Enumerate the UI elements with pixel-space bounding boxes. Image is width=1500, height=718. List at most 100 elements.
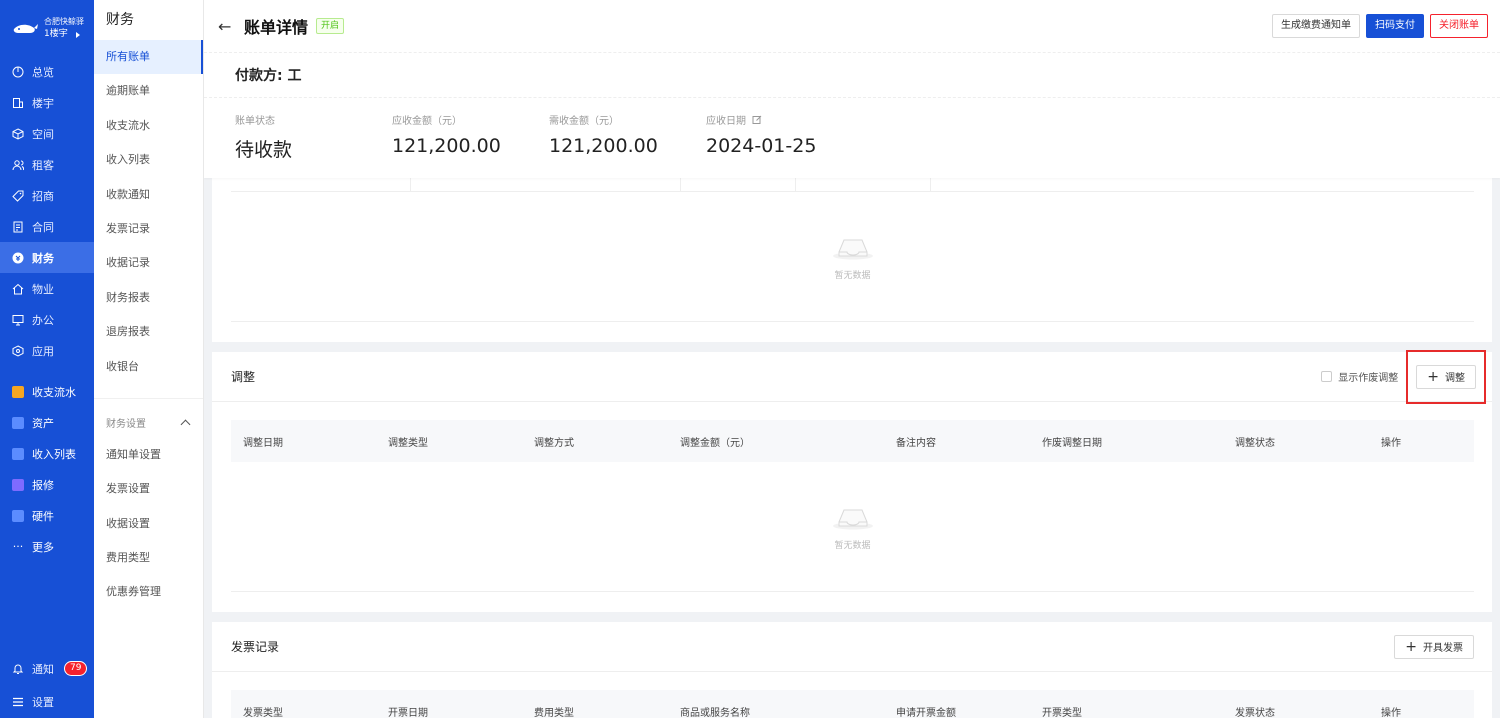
column-header: 发票类型 (243, 707, 283, 718)
menu-icon (12, 696, 24, 708)
stat-label: 应收金额（元） (392, 116, 462, 127)
finance-settings-group[interactable]: 财务设置 (94, 397, 203, 438)
column-header: 操作 (1381, 707, 1401, 718)
nav-item-document[interactable]: 合同 (0, 211, 94, 242)
stat-1: 应收金额（元） 121,200.00 (392, 112, 549, 162)
subnav-item-8[interactable]: 退房报表 (94, 315, 203, 349)
app-item-2[interactable]: 收入列表 (0, 438, 94, 469)
nav-item-app[interactable]: 应用 (0, 335, 94, 366)
settings-item-1[interactable]: 发票设置 (94, 472, 203, 506)
stat-value: 待收款 (235, 139, 293, 161)
stat-value: 121,200.00 (549, 135, 658, 157)
invoice-card: 发票记录 + 开具发票 发票类型 开票日期 费用类型 商品或服务名称 申请开票金额 开票类… (212, 622, 1492, 718)
finance-icon (12, 252, 24, 264)
nav-item-finance[interactable]: 财务 (0, 242, 94, 273)
subnav-item-1[interactable]: 逾期账单 (94, 74, 203, 108)
home-icon (12, 283, 24, 295)
subnav-item-0[interactable]: 所有账单 (94, 40, 203, 75)
nav-item-cube[interactable]: 空间 (0, 118, 94, 149)
nav-item-users[interactable]: 租客 (0, 149, 94, 180)
stat-value: 2024-01-25 (706, 135, 817, 157)
nav-notifications[interactable]: 通知 79 (0, 652, 94, 685)
column-header: 调整状态 (1235, 437, 1275, 449)
column-header: 商品或服务名称 (680, 707, 750, 718)
column-header: 申请开票金额 (896, 707, 956, 718)
scan-pay-button[interactable]: 扫码支付 (1366, 14, 1424, 38)
settings-item-4[interactable]: 优惠券管理 (94, 575, 203, 609)
column-header: 作废调整日期 (1042, 437, 1102, 449)
subnav-item-3[interactable]: 收入列表 (94, 143, 203, 177)
brand-name: 合肥快鲸驿 (44, 17, 84, 26)
settings-item-2[interactable]: 收据设置 (94, 507, 203, 541)
subnav-item-9[interactable]: 收银台 (94, 350, 203, 384)
generate-notice-button[interactable]: 生成缴费通知单 (1272, 14, 1360, 38)
primary-sidebar: 合肥快鲸驿 1楼宇 总览 楼宇 空间 租客 招商 合同 财务 物业 办公 应用 收支流水 资产 收入列… (0, 0, 94, 718)
stat-label: 账单状态 (235, 116, 275, 127)
column-header: 备注内容 (896, 437, 936, 449)
monitor-icon (12, 314, 24, 326)
adjustment-title: 调整 (231, 370, 256, 384)
cube-icon (12, 127, 24, 140)
column-header: 发票状态 (1235, 707, 1275, 718)
app-item-0[interactable]: 收支流水 (0, 376, 94, 407)
stat-label: 需收金额（元） (549, 116, 619, 127)
settings-item-0[interactable]: 通知单设置 (94, 438, 203, 472)
stat-0: 账单状态 待收款 (235, 112, 392, 162)
nav-settings[interactable]: 设置 (0, 685, 94, 718)
bell-icon (12, 663, 24, 675)
app-square-icon (12, 447, 24, 460)
section-title: 财务 (106, 12, 134, 28)
current-building: 1楼宇 (44, 29, 68, 39)
nav-item-monitor[interactable]: 办公 (0, 304, 94, 335)
stat-3: 应收日期 2024-01-25 (706, 112, 863, 162)
app-square-icon (12, 416, 24, 429)
brand-switcher[interactable]: 合肥快鲸驿 1楼宇 (0, 0, 94, 56)
highlight-box: + 调整 (1406, 349, 1486, 404)
secondary-sidebar: 财务 所有账单 逾期账单 收支流水 收入列表 收款通知 发票记录 收据记录 财务报表 退房报表收… (94, 0, 204, 718)
ellipsis-icon: ··· (12, 540, 24, 553)
nav-more[interactable]: ··· 更多 (0, 531, 94, 562)
column-header: 开票日期 (388, 707, 428, 718)
nav-item-tag[interactable]: 招商 (0, 180, 94, 211)
bill-header: ← 账单详情 开启 生成缴费通知单 扫码支付 关闭账单 付款方: 工 账单状态待… (204, 0, 1500, 178)
stat-value: 121,200.00 (392, 135, 501, 157)
nav-item-home[interactable]: 物业 (0, 273, 94, 304)
payer-name: 付款方: 工 (204, 52, 1500, 98)
dashboard-icon (12, 66, 24, 78)
add-adjustment-button[interactable]: + 调整 (1416, 364, 1476, 389)
subnav-item-6[interactable]: 收据记录 (94, 246, 203, 280)
users-icon (12, 159, 24, 171)
app-item-4[interactable]: 硬件 (0, 500, 94, 531)
stat-label: 应收日期 (706, 116, 746, 127)
stat-2: 需收金额（元） 121,200.00 (549, 112, 706, 162)
checkbox-box[interactable] (1321, 371, 1333, 382)
close-bill-button[interactable]: 关闭账单 (1430, 14, 1488, 38)
nav-item-dashboard[interactable]: 总览 (0, 56, 94, 87)
settings-item-3[interactable]: 费用类型 (94, 541, 203, 575)
page-title: 账单详情 (244, 18, 309, 37)
subnav-item-5[interactable]: 发票记录 (94, 212, 203, 246)
chevron-up-icon (180, 419, 191, 430)
subnav-item-7[interactable]: 财务报表 (94, 281, 203, 315)
back-arrow-icon[interactable]: ← (218, 17, 232, 36)
empty-state: 暂无数据 (231, 192, 1474, 322)
issue-invoice-button[interactable]: + 开具发票 (1394, 634, 1474, 659)
previous-section-card: 暂无数据 (212, 172, 1492, 342)
edit-icon[interactable] (752, 115, 762, 125)
app-item-1[interactable]: 资产 (0, 407, 94, 438)
app-square-icon (12, 509, 24, 522)
app-item-3[interactable]: 报修 (0, 469, 94, 500)
main-content: ← 账单详情 开启 生成缴费通知单 扫码支付 关闭账单 付款方: 工 账单状态待… (204, 0, 1500, 718)
tag-icon (12, 190, 24, 202)
empty-tray-icon (832, 509, 873, 530)
building-icon (12, 97, 24, 109)
nav-item-building[interactable]: 楼宇 (0, 87, 94, 118)
show-voided-checkbox[interactable]: 显示作废调整 (1321, 369, 1398, 384)
app-icon (12, 344, 24, 357)
subnav-item-2[interactable]: 收支流水 (94, 109, 203, 143)
adjustment-card: 调整 显示作废调整 + 调整 调整日期 调整类型 调整方式 调整金额（元） 备注内容 作废… (212, 349, 1492, 612)
column-header: 费用类型 (534, 707, 574, 718)
column-header: 开票类型 (1042, 707, 1082, 718)
expand-right-icon (75, 31, 80, 38)
subnav-item-4[interactable]: 收款通知 (94, 178, 203, 212)
